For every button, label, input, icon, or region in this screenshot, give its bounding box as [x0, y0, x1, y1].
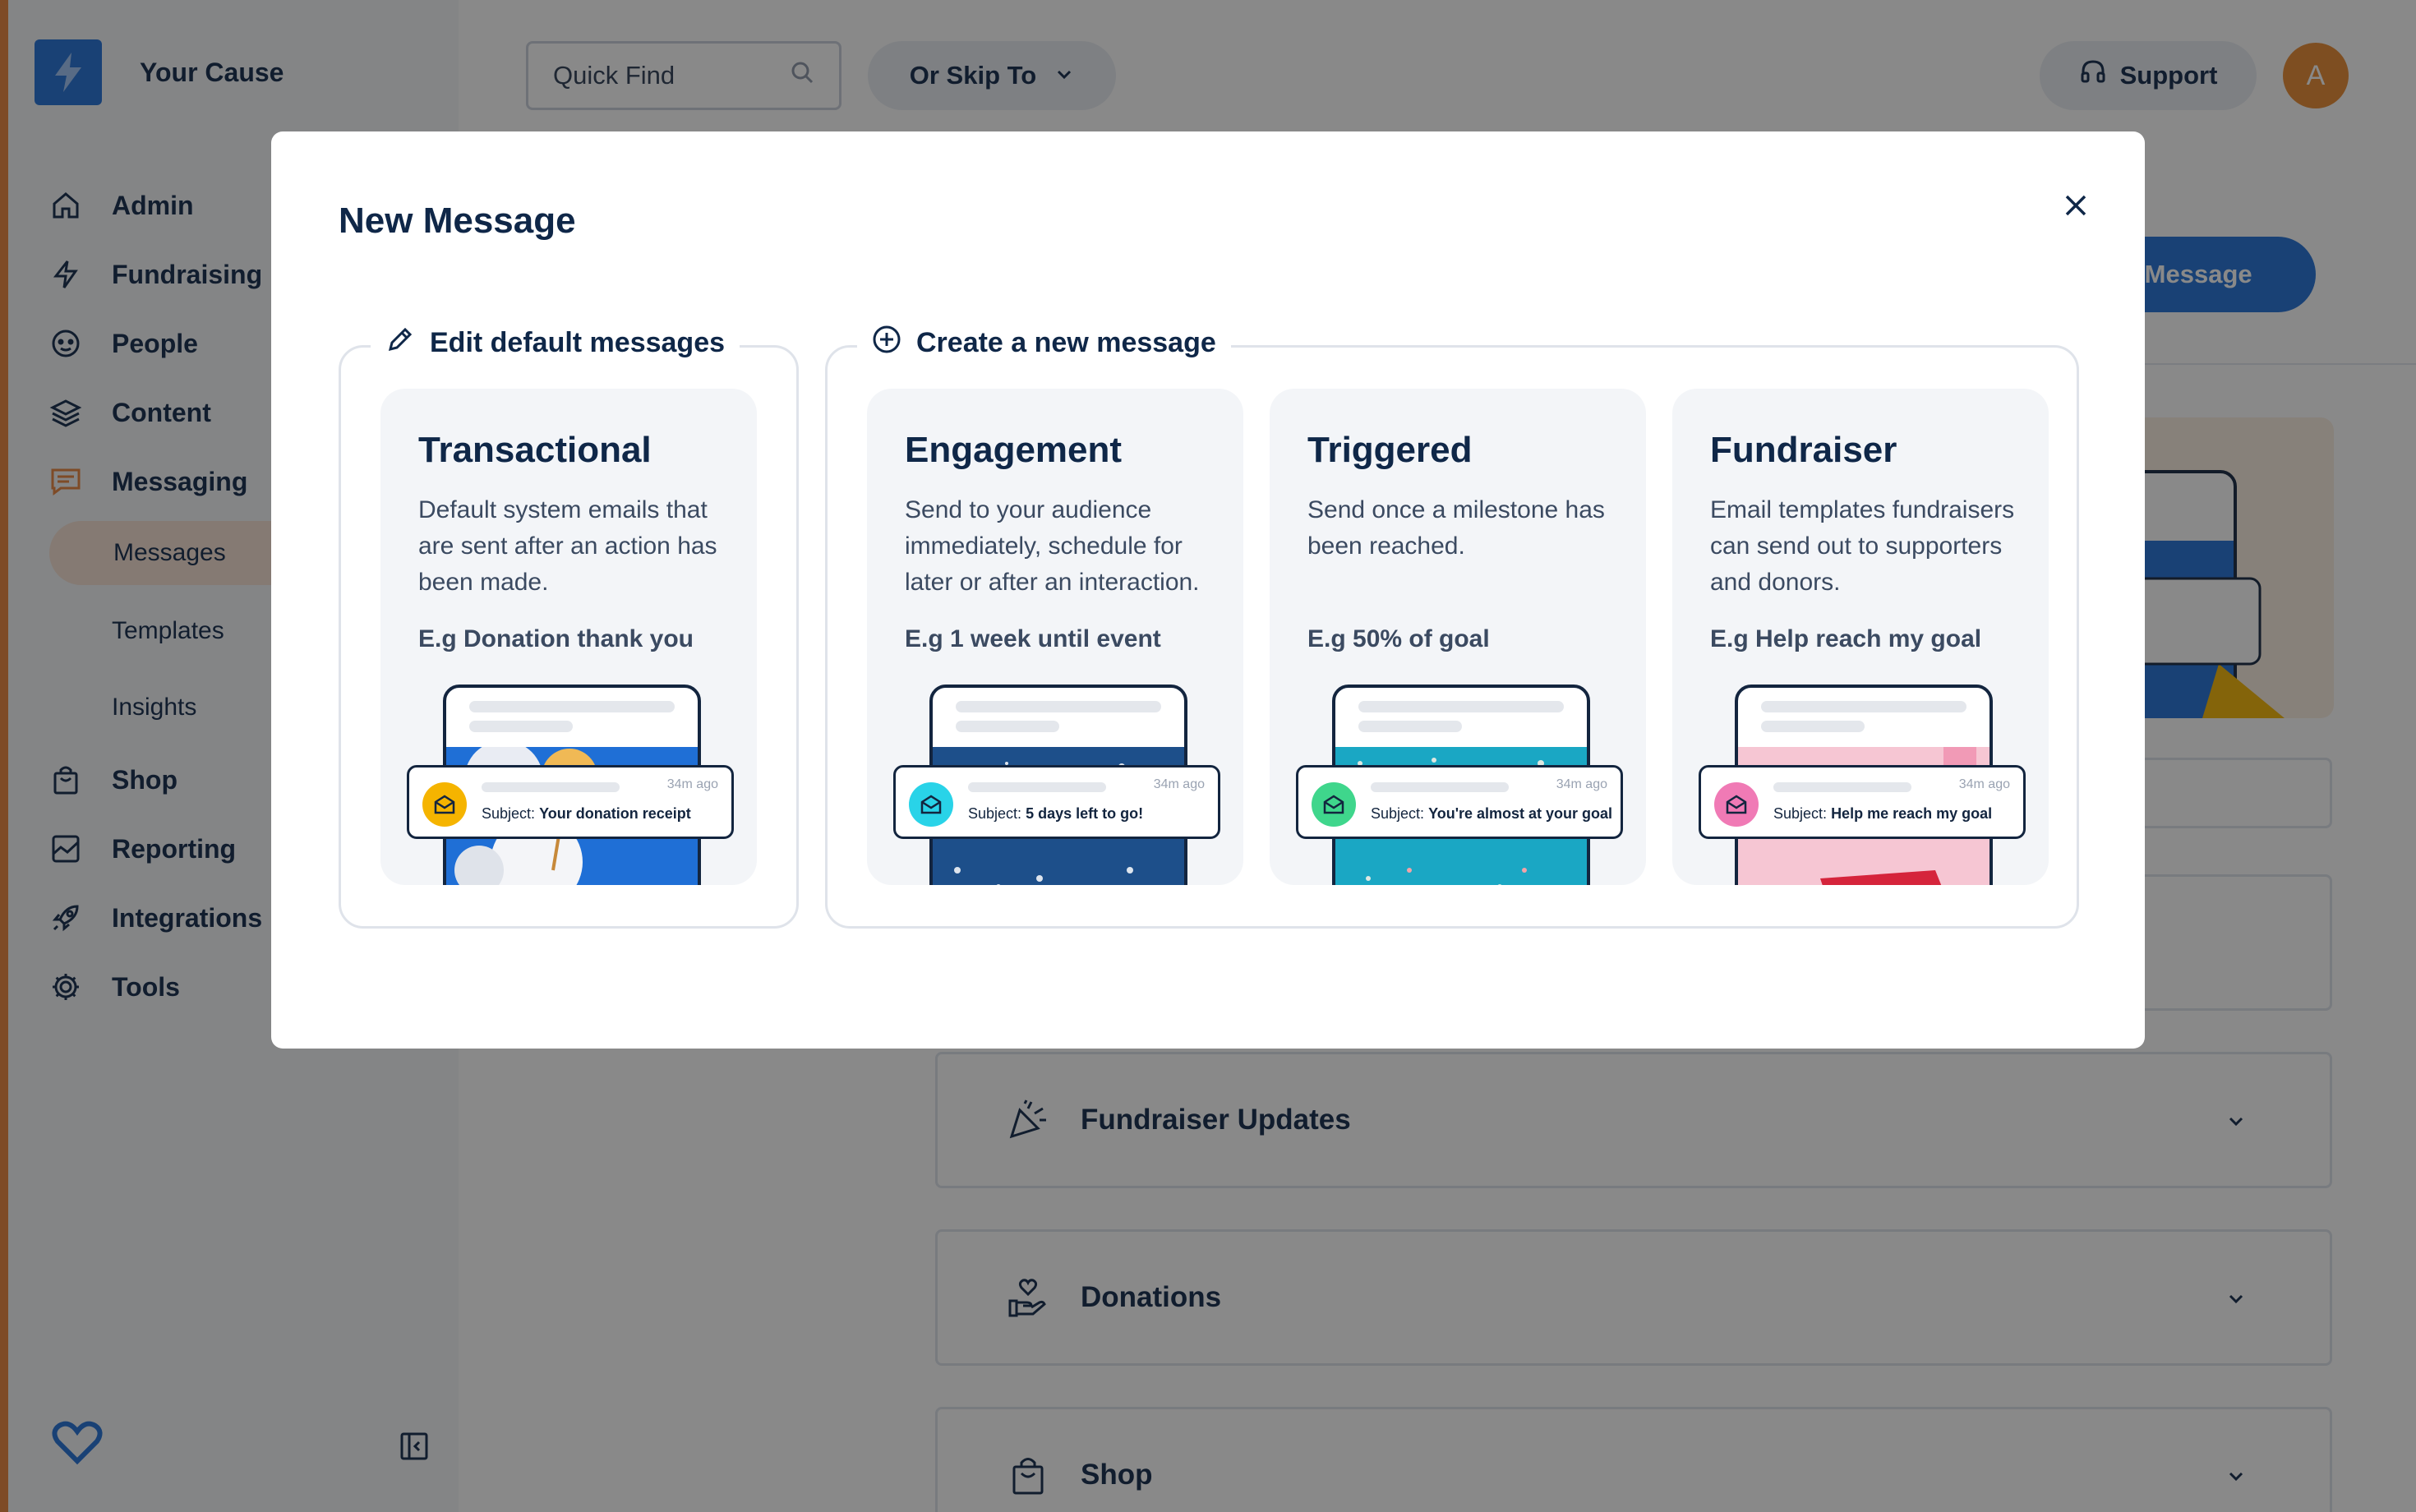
- card-title: Triggered: [1307, 430, 1473, 470]
- message-type-card-engagement[interactable]: Engagement Send to your audience immedia…: [867, 389, 1243, 885]
- card-description: Send to your audience immediately, sched…: [905, 496, 1200, 596]
- mail-badge-icon: [1312, 782, 1356, 827]
- create-new-message-group: Create a new message Engagement Send to …: [825, 325, 2079, 929]
- card-description: Email templates fundraisers can send out…: [1710, 496, 2015, 596]
- message-type-card-fundraiser[interactable]: Fundraiser Email templates fundraisers c…: [1672, 389, 2049, 885]
- card-example: E.g Donation thank you: [418, 625, 694, 652]
- notification-time: 34m ago: [1958, 777, 2010, 791]
- message-type-card-transactional[interactable]: Transactional Default system emails that…: [380, 389, 757, 885]
- edit-default-messages-group: Edit default messages Transactional Defa…: [339, 325, 799, 929]
- close-icon: [2065, 195, 2086, 216]
- notification-subject: Subject: Your donation receipt: [482, 805, 691, 822]
- notification-preview: 34m ago Subject: You're almost at your g…: [1296, 765, 1623, 839]
- card-title: Transactional: [418, 430, 652, 470]
- pencil-icon: [385, 325, 415, 362]
- modal-title: New Message: [339, 201, 576, 241]
- notification-time: 34m ago: [1153, 777, 1205, 791]
- message-type-card-triggered[interactable]: Triggered Send once a milestone has been…: [1270, 389, 1646, 885]
- notification-subject: Subject: You're almost at your goal: [1371, 805, 1613, 822]
- notification-time: 34m ago: [1556, 777, 1607, 791]
- group-legend: Create a new message: [857, 325, 1231, 362]
- notification-subject: Subject: Help me reach my goal: [1773, 805, 1993, 822]
- group-legend-label: Create a new message: [916, 327, 1216, 358]
- mail-badge-icon: [422, 782, 467, 827]
- card-title: Engagement: [905, 430, 1123, 470]
- card-example: E.g 50% of goal: [1307, 625, 1490, 652]
- mail-badge-icon: [909, 782, 953, 827]
- close-button[interactable]: [2053, 182, 2099, 228]
- card-example: E.g Help reach my goal: [1710, 625, 1982, 652]
- mail-badge-icon: [1714, 782, 1759, 827]
- group-legend: Edit default messages: [371, 325, 740, 362]
- notification-time: 34m ago: [666, 777, 718, 791]
- card-example: E.g 1 week until event: [905, 625, 1161, 652]
- notification-preview: 34m ago Subject: Your donation receipt: [407, 765, 734, 839]
- notification-preview: 34m ago Subject: 5 days left to go!: [893, 765, 1220, 839]
- new-message-modal: New Message Edit default messages Transa…: [271, 131, 2145, 1049]
- card-title: Fundraiser: [1710, 430, 1897, 470]
- notification-subject: Subject: 5 days left to go!: [968, 805, 1144, 822]
- plus-circle-icon: [872, 325, 901, 362]
- card-description: Default system emails that are sent afte…: [418, 496, 717, 596]
- group-legend-label: Edit default messages: [430, 327, 726, 358]
- notification-preview: 34m ago Subject: Help me reach my goal: [1699, 765, 2026, 839]
- card-description: Send once a milestone has been reached.: [1307, 496, 1605, 560]
